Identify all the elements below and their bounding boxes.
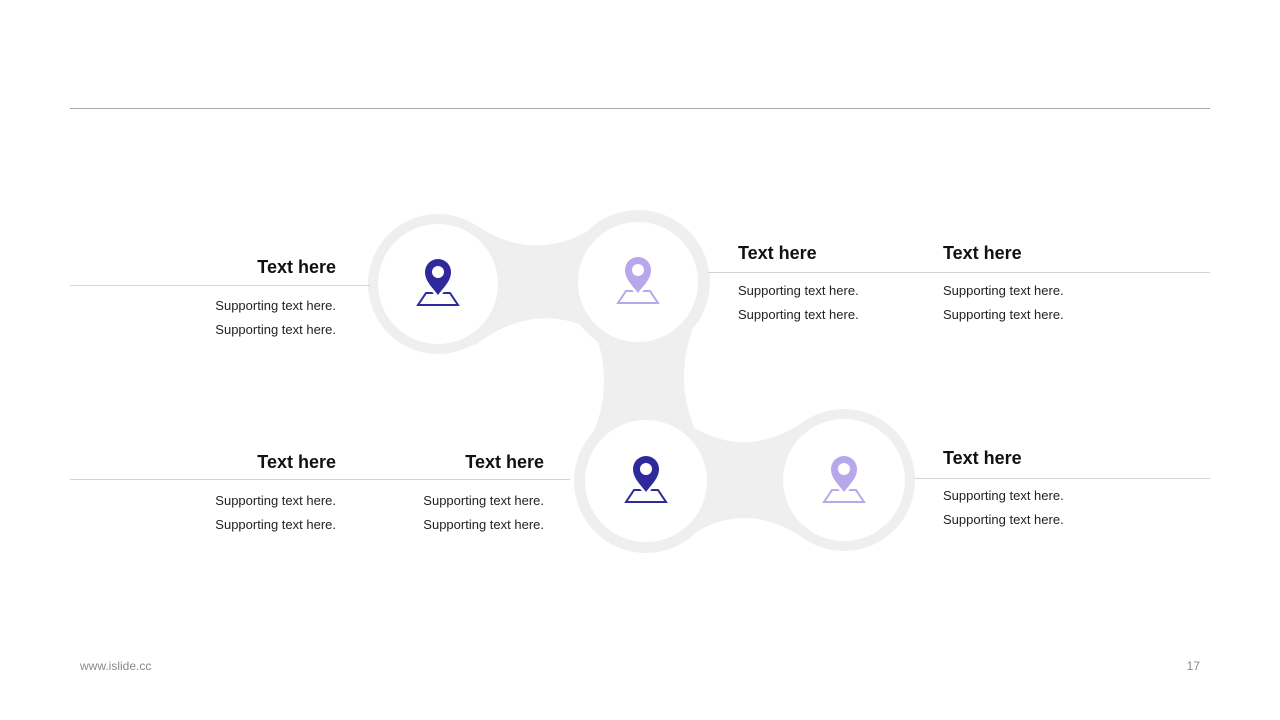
text-block-top-mid: Text here Supporting text here. Supporti… [738, 242, 938, 327]
pin-hole-shape [838, 463, 850, 475]
supporting-text: Supporting text here. [943, 488, 1064, 503]
supporting-text: Supporting text here. [943, 512, 1064, 527]
connected-circles-diagram [368, 210, 915, 553]
supporting-text: Supporting text here. [738, 283, 859, 298]
supporting-text: Supporting text here. [423, 493, 544, 508]
block-title: Text here [257, 257, 336, 277]
supporting-text: Supporting text here. [738, 307, 859, 322]
block-title: Text here [257, 452, 336, 472]
text-block-top-right: Text here Supporting text here. Supporti… [943, 242, 1143, 327]
footer-website[interactable]: www.islide.cc [80, 658, 151, 674]
text-block-top-left: Text here Supporting text here. Supporti… [136, 256, 336, 342]
page-number: 17 [1186, 659, 1200, 673]
pin-hole-shape [640, 463, 652, 475]
block-title: Text here [943, 243, 1022, 263]
supporting-text: Supporting text here. [215, 322, 336, 337]
supporting-text: Supporting text here. [943, 307, 1064, 322]
text-block-bottom-mid: Text here Supporting text here. Supporti… [344, 451, 544, 537]
pin-hole-shape [632, 264, 644, 276]
block-title: Text here [465, 452, 544, 472]
block-title: Text here [943, 448, 1022, 468]
pin-hole-shape [432, 266, 444, 278]
supporting-text: Supporting text here. [215, 298, 336, 313]
slide: Text here Supporting text here. Supporti… [0, 0, 1280, 720]
supporting-text: Supporting text here. [215, 493, 336, 508]
supporting-text: Supporting text here. [943, 283, 1064, 298]
text-block-bottom-left: Text here Supporting text here. Supporti… [136, 451, 336, 537]
supporting-text: Supporting text here. [423, 517, 544, 532]
block-title: Text here [738, 243, 817, 263]
supporting-text: Supporting text here. [215, 517, 336, 532]
text-block-bottom-right: Text here Supporting text here. Supporti… [943, 447, 1143, 532]
